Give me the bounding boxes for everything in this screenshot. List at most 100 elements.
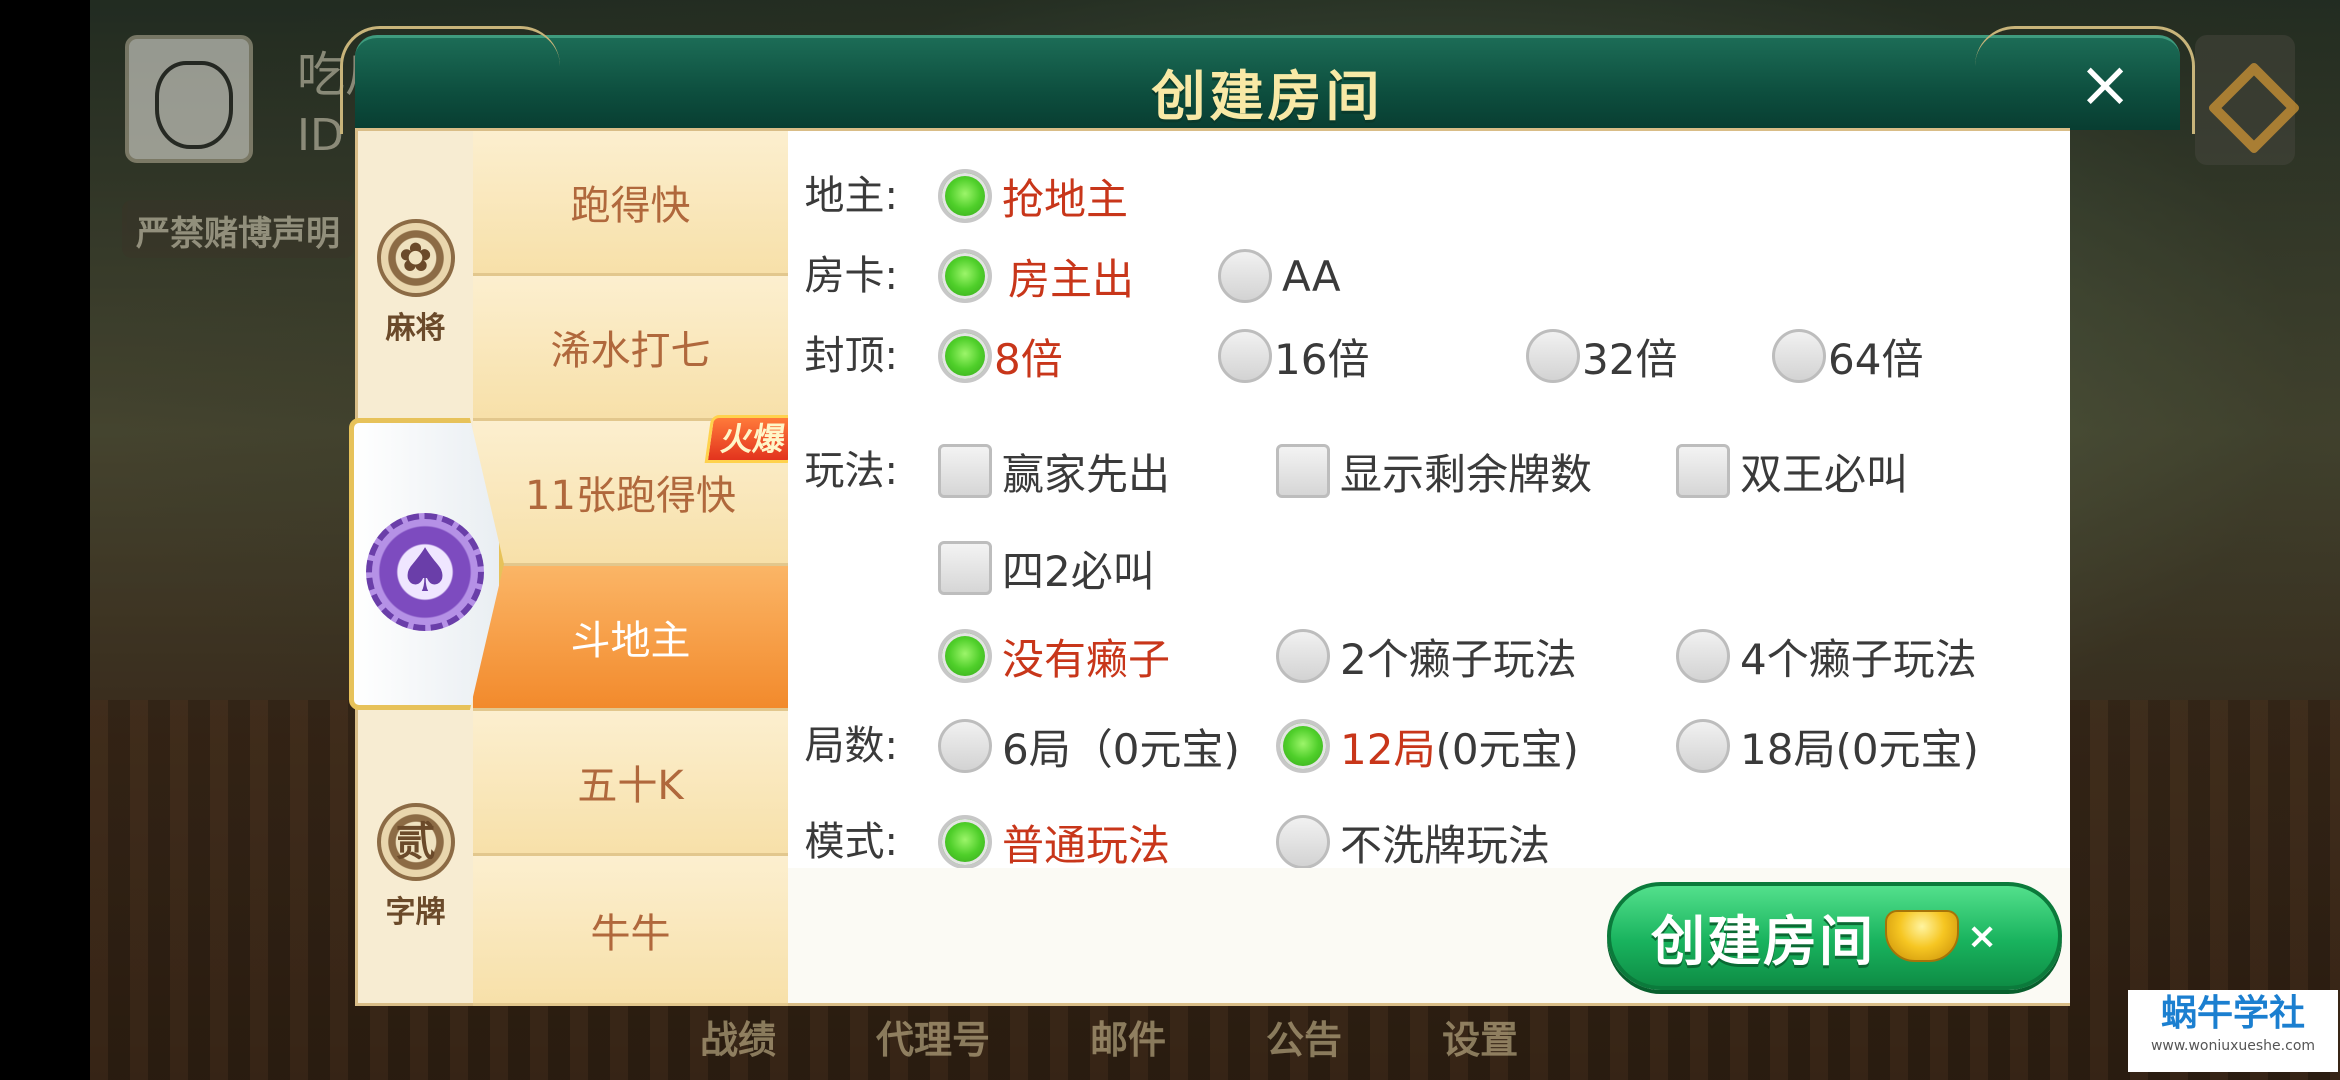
game-item[interactable]: 11张跑得快 火爆 [473,415,802,566]
checkbox-icon [938,444,992,498]
watermark-url: www.woniuxueshe.com [2150,1038,2316,1054]
radio-option[interactable]: 抢地主 [938,161,1128,231]
option-label: 双王必叫 [1740,449,1909,499]
checkbox-icon [1676,444,1730,498]
option-label: 普通玩法 [1002,820,1171,870]
game-label: 斗地主 [570,618,691,664]
checkbox-icon [1276,444,1330,498]
category-label: 麻将 [385,311,446,346]
nav-notice[interactable]: 公告 [1266,1000,1342,1080]
row-label: 局数: [804,723,898,769]
option-label: 2个癞子玩法 [1340,634,1577,684]
nav-agent[interactable]: 代理号 [876,1000,990,1080]
game-item[interactable]: 跑得快 [473,131,788,276]
cost-multiplier: × [1967,915,1998,957]
watermark: 蜗牛学社 www.woniuxueshe.com [2128,990,2338,1072]
create-room-button[interactable]: 创建房间 × [1607,882,2062,990]
radio-option[interactable]: 12局 (0元宝) [1276,711,1579,781]
radio-checked-icon [938,629,992,683]
nav-mail[interactable]: 邮件 [1090,1000,1166,1080]
option-label: 没有癞子 [1002,634,1171,684]
radio-unchecked-icon [1276,815,1330,869]
row-fangka: 房卡: 房主出 AA [788,241,2070,311]
gold-ingot-icon [1885,910,1959,962]
checkbox-option[interactable]: 显示剩余牌数 [1276,436,1592,506]
radio-unchecked-icon [1676,719,1730,773]
game-item[interactable]: 牛牛 [473,856,788,1006]
bottom-nav: 战绩 代理号 邮件 公告 设置 [700,1000,1518,1080]
game-label: 浠水打七 [550,328,711,374]
row-dizhu: 地主: 抢地主 [788,161,2070,231]
row-laizi: 没有癞子 2个癞子玩法 4个癞子玩法 [788,621,2070,691]
radio-option[interactable]: 32倍 [1526,321,1677,391]
row-label: 地主: [804,173,898,219]
radio-checked-icon [938,169,992,223]
row-wanfa-2: 四2必叫 [788,533,2070,603]
game-item[interactable]: 浠水打七 [473,276,788,421]
option-label: 房主出 [1008,254,1135,304]
option-label: 4个癞子玩法 [1740,634,1977,684]
game-item[interactable]: 五十K [473,711,788,856]
category-zipai[interactable]: 贰 字牌 [358,803,473,931]
radio-option[interactable]: 房主出 [938,241,1134,311]
option-label: 64倍 [1828,334,1924,384]
row-wanfa: 玩法: 赢家先出 显示剩余牌数 双王必叫 [788,436,2070,506]
radio-option[interactable]: 不洗牌玩法 [1276,807,1550,871]
watermark-title: 蜗牛学社 [2160,993,2305,1034]
radio-unchecked-icon [938,719,992,773]
radio-unchecked-icon [1276,629,1330,683]
game-label: 跑得快 [570,183,691,229]
radio-option[interactable]: 8倍 [938,321,1063,391]
radio-option[interactable]: 64倍 [1772,321,1923,391]
option-label: 16倍 [1274,334,1370,384]
category-mahjong[interactable]: ✿ 麻将 [358,219,473,347]
hot-badge: 火爆 [704,415,802,463]
radio-unchecked-icon [1526,329,1580,383]
radio-option[interactable]: 2个癞子玩法 [1276,621,1577,691]
row-label: 模式: [804,819,898,865]
game-label: 五十K [577,763,684,809]
corner-menu-button[interactable] [2195,35,2295,165]
option-suffix: (0元宝) [1435,724,1579,774]
checkbox-option[interactable]: 赢家先出 [938,436,1170,506]
row-fengding: 封顶: 8倍 16倍 32倍 64倍 [788,321,2070,391]
radio-option[interactable]: AA [1218,241,1341,311]
option-label: AA [1282,251,1341,301]
game-label: 11张跑得快 [525,473,736,519]
radio-option[interactable]: 18局(0元宝) [1676,711,1979,781]
option-label: 12局 [1340,724,1436,774]
modal-header: 创建房间 × [340,26,2195,134]
radio-option[interactable]: 普通玩法 [938,807,1170,871]
option-label: 32倍 [1582,334,1678,384]
radio-option[interactable]: 6局（0元宝) [938,711,1240,781]
radio-option[interactable]: 没有癞子 [938,621,1170,691]
radio-unchecked-icon [1218,329,1272,383]
option-label: 抢地主 [1002,174,1129,224]
option-label: 四2必叫 [1002,546,1155,596]
radio-unchecked-icon [1218,249,1272,303]
game-item-selected[interactable]: 斗地主 [473,566,788,711]
nav-settings[interactable]: 设置 [1442,1000,1518,1080]
close-icon[interactable]: × [2070,52,2140,122]
disclaimer-button[interactable]: 严禁赌博声明 [122,200,354,258]
radio-option[interactable]: 4个癞子玩法 [1676,621,1977,691]
nav-record[interactable]: 战绩 [700,1000,776,1080]
row-label: 封顶: [804,333,898,379]
game-list: 跑得快 浠水打七 11张跑得快 火爆 斗地主 五十K 牛牛 [473,128,802,1006]
create-room-label: 创建房间 [1651,909,1875,973]
radio-unchecked-icon [1772,329,1826,383]
radio-checked-icon [938,329,992,383]
row-jushu: 局数: 6局（0元宝) 12局 (0元宝) 18局(0元宝) [788,711,2070,781]
row-label: 玩法: [804,448,898,494]
option-label: 赢家先出 [1002,449,1171,499]
option-label: 显示剩余牌数 [1340,449,1593,499]
mahjong-medal-icon: ✿ [376,219,455,297]
left-black-bar [0,0,90,1080]
radio-option[interactable]: 16倍 [1218,321,1369,391]
options-panel: 地主: 抢地主 房卡: 房主出 AA 封顶: 8倍 16倍 32倍 64倍 玩法… [788,128,2070,871]
radio-unchecked-icon [1676,629,1730,683]
checkbox-option[interactable]: 双王必叫 [1676,436,1908,506]
avatar[interactable] [125,35,253,163]
checkbox-option[interactable]: 四2必叫 [938,533,1155,603]
option-label: 8倍 [994,334,1063,384]
